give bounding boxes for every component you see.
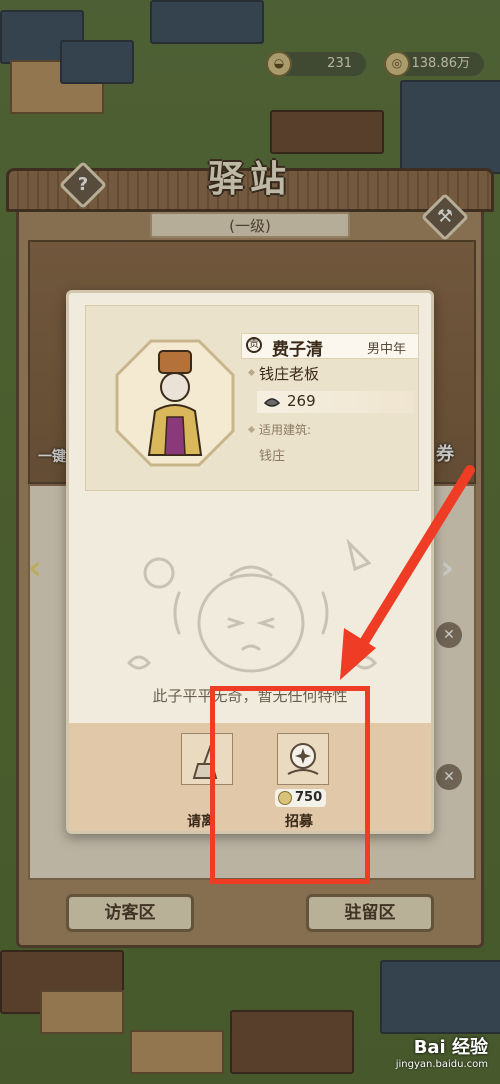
watermark-logo: Bai 经验 <box>413 1037 488 1058</box>
pointer-arrow-icon <box>340 465 475 680</box>
watermark: Bai 经验 jingyan.baidu.com <box>396 1033 488 1070</box>
watermark-url: jingyan.baidu.com <box>395 1059 488 1070</box>
